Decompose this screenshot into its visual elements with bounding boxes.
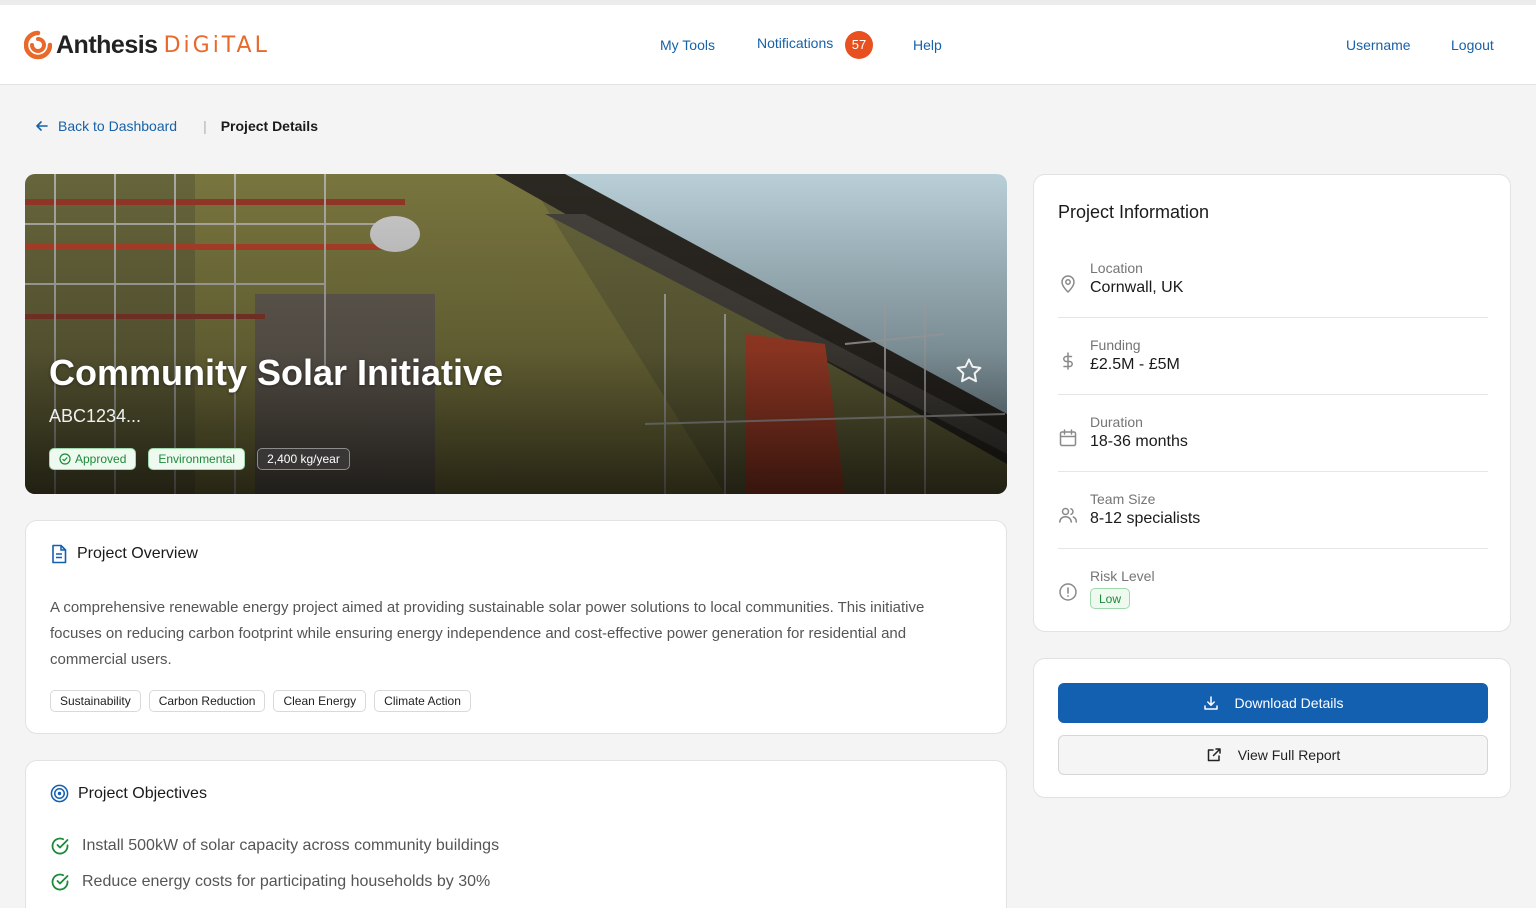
- duration-label: Duration: [1090, 414, 1143, 430]
- location-value: Cornwall, UK: [1090, 279, 1184, 296]
- top-navbar: Anthesis DiGiTAL My Tools Notifications …: [0, 5, 1536, 85]
- check-circle-icon: [51, 837, 69, 855]
- info-title: Project Information: [1058, 202, 1210, 222]
- objective-text: Install 500kW of solar capacity across c…: [82, 837, 500, 854]
- breadcrumb-current: Project Details: [220, 118, 318, 134]
- nav-username[interactable]: Username: [1346, 37, 1411, 53]
- tag-chip: Carbon Reduction: [148, 690, 266, 712]
- users-icon: [1059, 507, 1078, 523]
- status-badge-label: Approved: [75, 452, 127, 466]
- status-badge: Approved: [49, 448, 137, 470]
- hero-background-image: [25, 174, 1007, 494]
- project-hero: Community Solar Initiative ABC1234... Ap…: [25, 174, 1007, 494]
- category-badge: Environmental: [148, 448, 246, 470]
- info-duration: Duration 18-36 months: [1058, 414, 1488, 491]
- impact-badge: 2,400 kg/year: [257, 448, 350, 470]
- divider: [1058, 317, 1488, 318]
- back-link-label: Back to Dashboard: [58, 118, 178, 134]
- tag-chip: Sustainability: [50, 690, 141, 712]
- project-information-card: Project Information Location Cornwall, U…: [1033, 174, 1511, 632]
- tag-chip: Clean Energy: [273, 690, 367, 712]
- breadcrumb: Back to Dashboard | Project Details: [34, 118, 318, 134]
- notification-count-badge[interactable]: 57: [845, 31, 873, 59]
- project-overview-card: Project Overview A comprehensive renewab…: [25, 520, 1007, 734]
- overview-title: Project Overview: [77, 545, 198, 562]
- calendar-icon: [1059, 429, 1077, 447]
- funding-value: £2.5M - £5M: [1090, 356, 1180, 373]
- tag-chip: Climate Action: [374, 690, 471, 712]
- external-link-icon: [1207, 748, 1221, 762]
- download-details-label: Download Details: [1234, 695, 1344, 711]
- hero-tags: Approved Environmental 2,400 kg/year: [49, 448, 350, 470]
- objective-item: Install 500kW of solar capacity across c…: [50, 836, 499, 856]
- brand-logo[interactable]: Anthesis DiGiTAL: [24, 29, 270, 61]
- back-to-dashboard-link[interactable]: Back to Dashboard: [34, 118, 177, 134]
- favorite-star-icon[interactable]: [954, 356, 984, 386]
- anthesis-logo-icon: [24, 30, 52, 60]
- project-objectives-card: Project Objectives Install 500kW of sola…: [25, 760, 1007, 908]
- breadcrumb-separator: |: [203, 118, 207, 134]
- check-circle-icon: [51, 873, 69, 891]
- arrow-left-icon: [36, 121, 48, 131]
- location-label: Location: [1090, 260, 1143, 276]
- download-details-button[interactable]: Download Details: [1058, 683, 1488, 723]
- overview-heading: Project Overview: [50, 544, 198, 564]
- nav-notifications[interactable]: Notifications: [757, 35, 833, 51]
- project-id: ABC1234...: [49, 406, 142, 426]
- map-pin-icon: [1061, 275, 1075, 294]
- team-size-label: Team Size: [1090, 491, 1156, 507]
- objective-item: Reduce energy costs for participating ho…: [50, 872, 490, 892]
- view-full-report-button[interactable]: View Full Report: [1058, 735, 1488, 775]
- alert-circle-icon: [1059, 583, 1077, 601]
- objectives-heading: Project Objectives: [50, 784, 207, 803]
- download-icon: [1203, 696, 1218, 710]
- dollar-icon: [1063, 352, 1073, 370]
- view-full-report-label: View Full Report: [1237, 747, 1341, 763]
- project-title: Community Solar Initiative: [49, 352, 504, 393]
- divider: [1058, 471, 1488, 472]
- document-icon: [52, 544, 67, 564]
- risk-level-badge: Low: [1090, 588, 1131, 609]
- divider: [1058, 548, 1488, 549]
- target-icon: [50, 784, 69, 803]
- overview-chips: Sustainability Carbon Reduction Clean En…: [50, 690, 471, 712]
- nav-logout[interactable]: Logout: [1451, 37, 1494, 53]
- nav-my-tools[interactable]: My Tools: [660, 37, 715, 53]
- funding-label: Funding: [1090, 337, 1141, 353]
- overview-description: A comprehensive renewable energy project…: [50, 599, 925, 668]
- info-risk-level: Risk Level Low: [1058, 568, 1488, 645]
- objective-text: Reduce energy costs for participating ho…: [82, 873, 491, 890]
- nav-help[interactable]: Help: [913, 37, 942, 53]
- brand-suffix: DiGiTAL: [163, 32, 270, 58]
- info-location: Location Cornwall, UK: [1058, 260, 1488, 337]
- check-circle-icon: [59, 453, 71, 465]
- actions-card: Download Details View Full Report: [1033, 658, 1511, 798]
- objectives-title: Project Objectives: [78, 784, 207, 802]
- divider: [1058, 394, 1488, 395]
- info-funding: Funding £2.5M - £5M: [1058, 337, 1488, 414]
- risk-level-label: Risk Level: [1090, 568, 1155, 584]
- brand-name: Anthesis: [56, 30, 158, 59]
- info-team-size: Team Size 8-12 specialists: [1058, 491, 1488, 568]
- team-size-value: 8-12 specialists: [1090, 510, 1201, 527]
- duration-value: 18-36 months: [1090, 433, 1188, 450]
